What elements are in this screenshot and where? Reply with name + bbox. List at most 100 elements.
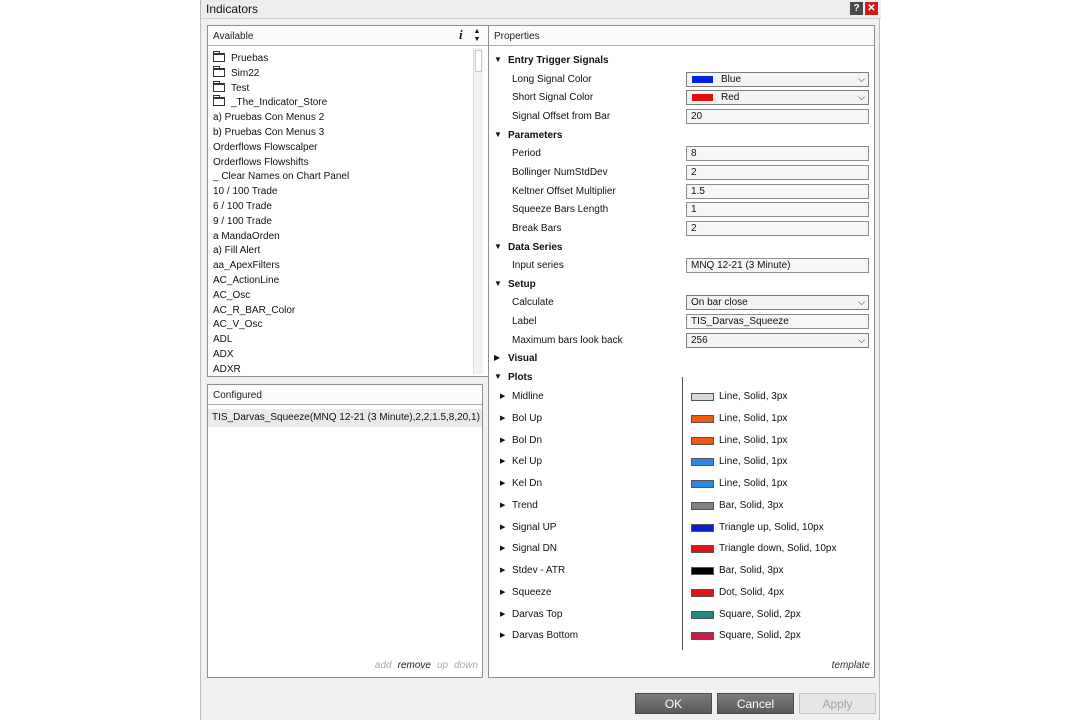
list-item[interactable]: ADXR [213, 363, 241, 374]
plot-color-swatch[interactable] [691, 414, 714, 423]
expand-arrow-icon[interactable]: ▶ [500, 610, 505, 618]
template-link[interactable]: template [832, 660, 870, 671]
list-item[interactable]: AC_R_BAR_Color [213, 304, 295, 318]
category-row[interactable]: ▼ Parameters [489, 127, 874, 145]
property-select[interactable]: On bar close ⌵ [686, 295, 869, 311]
category-row[interactable]: ▶ Visual [489, 350, 874, 368]
plot-color-swatch[interactable] [691, 480, 714, 488]
expand-arrow-icon[interactable]: ▼ [494, 55, 502, 64]
plot-style[interactable]: Line, Solid, 1px [719, 413, 787, 424]
expand-arrow-icon[interactable]: ▼ [494, 242, 502, 251]
list-item[interactable]: _The_Indicator_Store [213, 95, 327, 110]
add-link[interactable]: add [375, 660, 392, 671]
plot-color-swatch[interactable] [691, 545, 714, 554]
list-item[interactable]: ADL [213, 333, 232, 347]
expand-arrow-icon[interactable]: ▼ [494, 372, 502, 381]
help-icon[interactable]: ? [850, 2, 863, 15]
property-value-field[interactable]: MNQ 12-21 (3 Minute) [686, 258, 869, 274]
list-item[interactable]: 10 / 100 Trade [213, 185, 278, 199]
property-value-field[interactable]: 8 [686, 146, 869, 162]
plot-color-swatch[interactable] [691, 501, 714, 510]
plot-style[interactable]: Line, Solid, 3px [719, 391, 787, 402]
expand-arrow-icon[interactable]: ▶ [500, 414, 505, 422]
plot-style[interactable]: Bar, Solid, 3px [719, 565, 783, 576]
list-item[interactable]: Sim22 [213, 65, 259, 81]
chevron-down-icon: ⌵ [858, 92, 865, 103]
category-row[interactable]: ▼ Setup [489, 276, 874, 294]
property-value-field[interactable]: 1 [686, 202, 869, 218]
plot-color-swatch[interactable] [691, 458, 714, 467]
available-scrollbar-thumb[interactable] [475, 50, 482, 72]
expand-arrow-icon[interactable]: ▶ [500, 436, 505, 444]
available-scrollbar[interactable] [473, 48, 483, 374]
info-icon[interactable]: i [459, 27, 463, 43]
title-bar[interactable]: Indicators ? ✕ [201, 0, 881, 19]
configured-item[interactable]: TIS_Darvas_Squeeze(MNQ 12-21 (3 Minute),… [208, 409, 482, 427]
property-select[interactable]: Blue ⌵ [686, 71, 869, 87]
plot-style[interactable]: Line, Solid, 1px [719, 456, 787, 467]
property-value-field[interactable]: TIS_Darvas_Squeeze [686, 314, 869, 330]
plot-style[interactable]: Triangle down, Solid, 10px [719, 543, 836, 554]
apply-button[interactable]: Apply [799, 693, 876, 714]
plot-style[interactable]: Square, Solid, 2px [719, 630, 801, 641]
remove-link[interactable]: remove [398, 660, 431, 671]
expand-arrow-icon[interactable]: ▶ [500, 523, 505, 531]
plot-color-swatch[interactable] [691, 610, 714, 619]
list-item[interactable]: a MandaOrden [213, 230, 280, 244]
down-link[interactable]: down [454, 660, 478, 671]
plot-style[interactable]: Line, Solid, 1px [719, 478, 787, 489]
category-row[interactable]: ▼ Data Series [489, 239, 874, 257]
plot-style[interactable]: Square, Solid, 2px [719, 609, 801, 620]
plot-style[interactable]: Line, Solid, 1px [719, 435, 787, 446]
collapse-arrow-icon[interactable]: ▶ [494, 353, 500, 362]
property-value-field[interactable]: 1.5 [686, 183, 869, 199]
expand-arrow-icon[interactable]: ▶ [500, 566, 505, 574]
expand-arrow-icon[interactable]: ▶ [500, 544, 505, 552]
plot-color-swatch[interactable] [691, 393, 714, 401]
expand-arrow-icon[interactable]: ▶ [500, 501, 505, 509]
property-value-field[interactable]: 2 [686, 164, 869, 180]
list-item[interactable]: aa_ApexFilters [213, 259, 280, 273]
list-item[interactable]: 6 / 100 Trade [213, 200, 272, 214]
list-item[interactable]: a) Fill Alert [213, 244, 260, 258]
plot-color-swatch[interactable] [691, 588, 714, 597]
cancel-button[interactable]: Cancel [717, 693, 794, 714]
property-select[interactable]: 256 ⌵ [686, 332, 869, 348]
list-item[interactable]: Pruebas [213, 51, 268, 66]
plot-color-swatch[interactable] [691, 436, 714, 445]
list-item[interactable]: Orderflows Flowscalper [213, 141, 317, 155]
plot-color-swatch[interactable] [691, 567, 714, 575]
list-item[interactable]: Test [213, 80, 249, 96]
list-item[interactable]: ADX [213, 348, 234, 362]
ok-button[interactable]: OK [635, 693, 712, 714]
plot-color-swatch[interactable] [691, 632, 714, 641]
close-icon[interactable]: ✕ [865, 2, 878, 15]
expand-arrow-icon[interactable]: ▶ [500, 631, 505, 639]
list-item-label: a) Pruebas Con Menus 2 [213, 112, 325, 124]
list-item[interactable]: AC_Osc [213, 289, 250, 303]
list-item[interactable]: Orderflows Flowshifts [213, 156, 309, 170]
category-row[interactable]: ▼ Entry Trigger Signals [489, 52, 874, 70]
list-item[interactable]: 9 / 100 Trade [213, 215, 272, 229]
list-item[interactable]: AC_V_Osc [213, 318, 262, 332]
property-select[interactable]: Red ⌵ [686, 90, 869, 106]
plot-style[interactable]: Dot, Solid, 4px [719, 587, 784, 598]
expand-arrow-icon[interactable]: ▼ [494, 130, 502, 139]
expand-arrow-icon[interactable]: ▼ [494, 279, 502, 288]
expand-arrow-icon[interactable]: ▶ [500, 588, 505, 596]
list-item[interactable]: b) Pruebas Con Menus 3 [213, 126, 324, 140]
list-item[interactable]: _ Clear Names on Chart Panel [213, 170, 349, 184]
property-value-field[interactable]: 2 [686, 220, 869, 236]
expand-arrow-icon[interactable]: ▶ [500, 392, 505, 400]
sort-spinner-icon[interactable]: ▲ ▼ [473, 28, 481, 44]
expand-arrow-icon[interactable]: ▶ [500, 479, 505, 487]
list-item[interactable]: AC_ActionLine [213, 274, 279, 288]
plot-color-swatch[interactable] [691, 523, 714, 532]
configured-item-label: TIS_Darvas_Squeeze(MNQ 12-21 (3 Minute),… [212, 412, 480, 423]
expand-arrow-icon[interactable]: ▶ [500, 457, 505, 465]
plot-style[interactable]: Bar, Solid, 3px [719, 500, 783, 511]
up-link[interactable]: up [437, 660, 448, 671]
property-value-field[interactable]: 20 [686, 108, 869, 124]
plot-style[interactable]: Triangle up, Solid, 10px [719, 522, 824, 533]
list-item[interactable]: a) Pruebas Con Menus 2 [213, 111, 324, 125]
